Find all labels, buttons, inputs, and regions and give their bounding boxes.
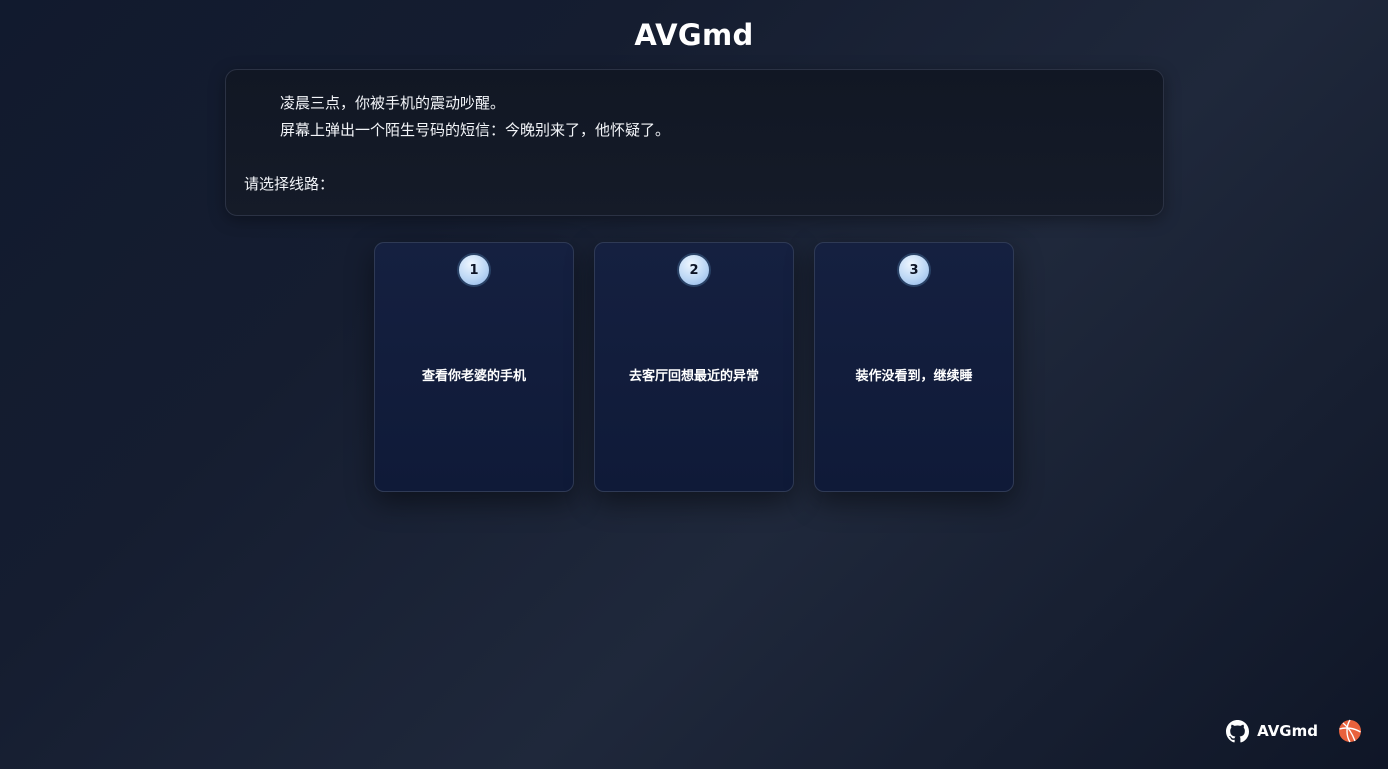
story-panel: 凌晨三点，你被手机的震动吵醒。 屏幕上弹出一个陌生号码的短信：今晚别来了，他怀疑… [225, 69, 1164, 216]
story-line: 屏幕上弹出一个陌生号码的短信：今晚别来了，他怀疑了。 [280, 121, 671, 139]
github-icon [1226, 719, 1250, 742]
choice-label: 装作没看到，继续睡 [855, 369, 973, 384]
choice-label: 查看你老婆的手机 [421, 369, 526, 384]
app-title: AVGmd [634, 18, 754, 52]
dribbble-icon[interactable] [1338, 719, 1362, 743]
choice-number-badge: 2 [677, 253, 711, 287]
choice-card-2[interactable]: 2 去客厅回想最近的异常 [594, 242, 794, 492]
choice-number-badge: 3 [897, 253, 931, 287]
choice-card-3[interactable]: 3 装作没看到，继续睡 [814, 242, 1014, 492]
choice-number-badge: 1 [457, 253, 491, 287]
footer: AVGmd [1226, 719, 1362, 743]
choice-list: 1 查看你老婆的手机 2 去客厅回想最近的异常 3 装作没看到，继续睡 [374, 242, 1014, 492]
story-line: 凌晨三点，你被手机的震动吵醒。 [280, 94, 506, 112]
route-prompt: 请选择线路： [244, 175, 335, 193]
github-link[interactable]: AVGmd [1226, 719, 1318, 743]
choice-label: 去客厅回想最近的异常 [628, 369, 759, 384]
choice-card-1[interactable]: 1 查看你老婆的手机 [374, 242, 574, 492]
github-label: AVGmd [1257, 722, 1318, 740]
